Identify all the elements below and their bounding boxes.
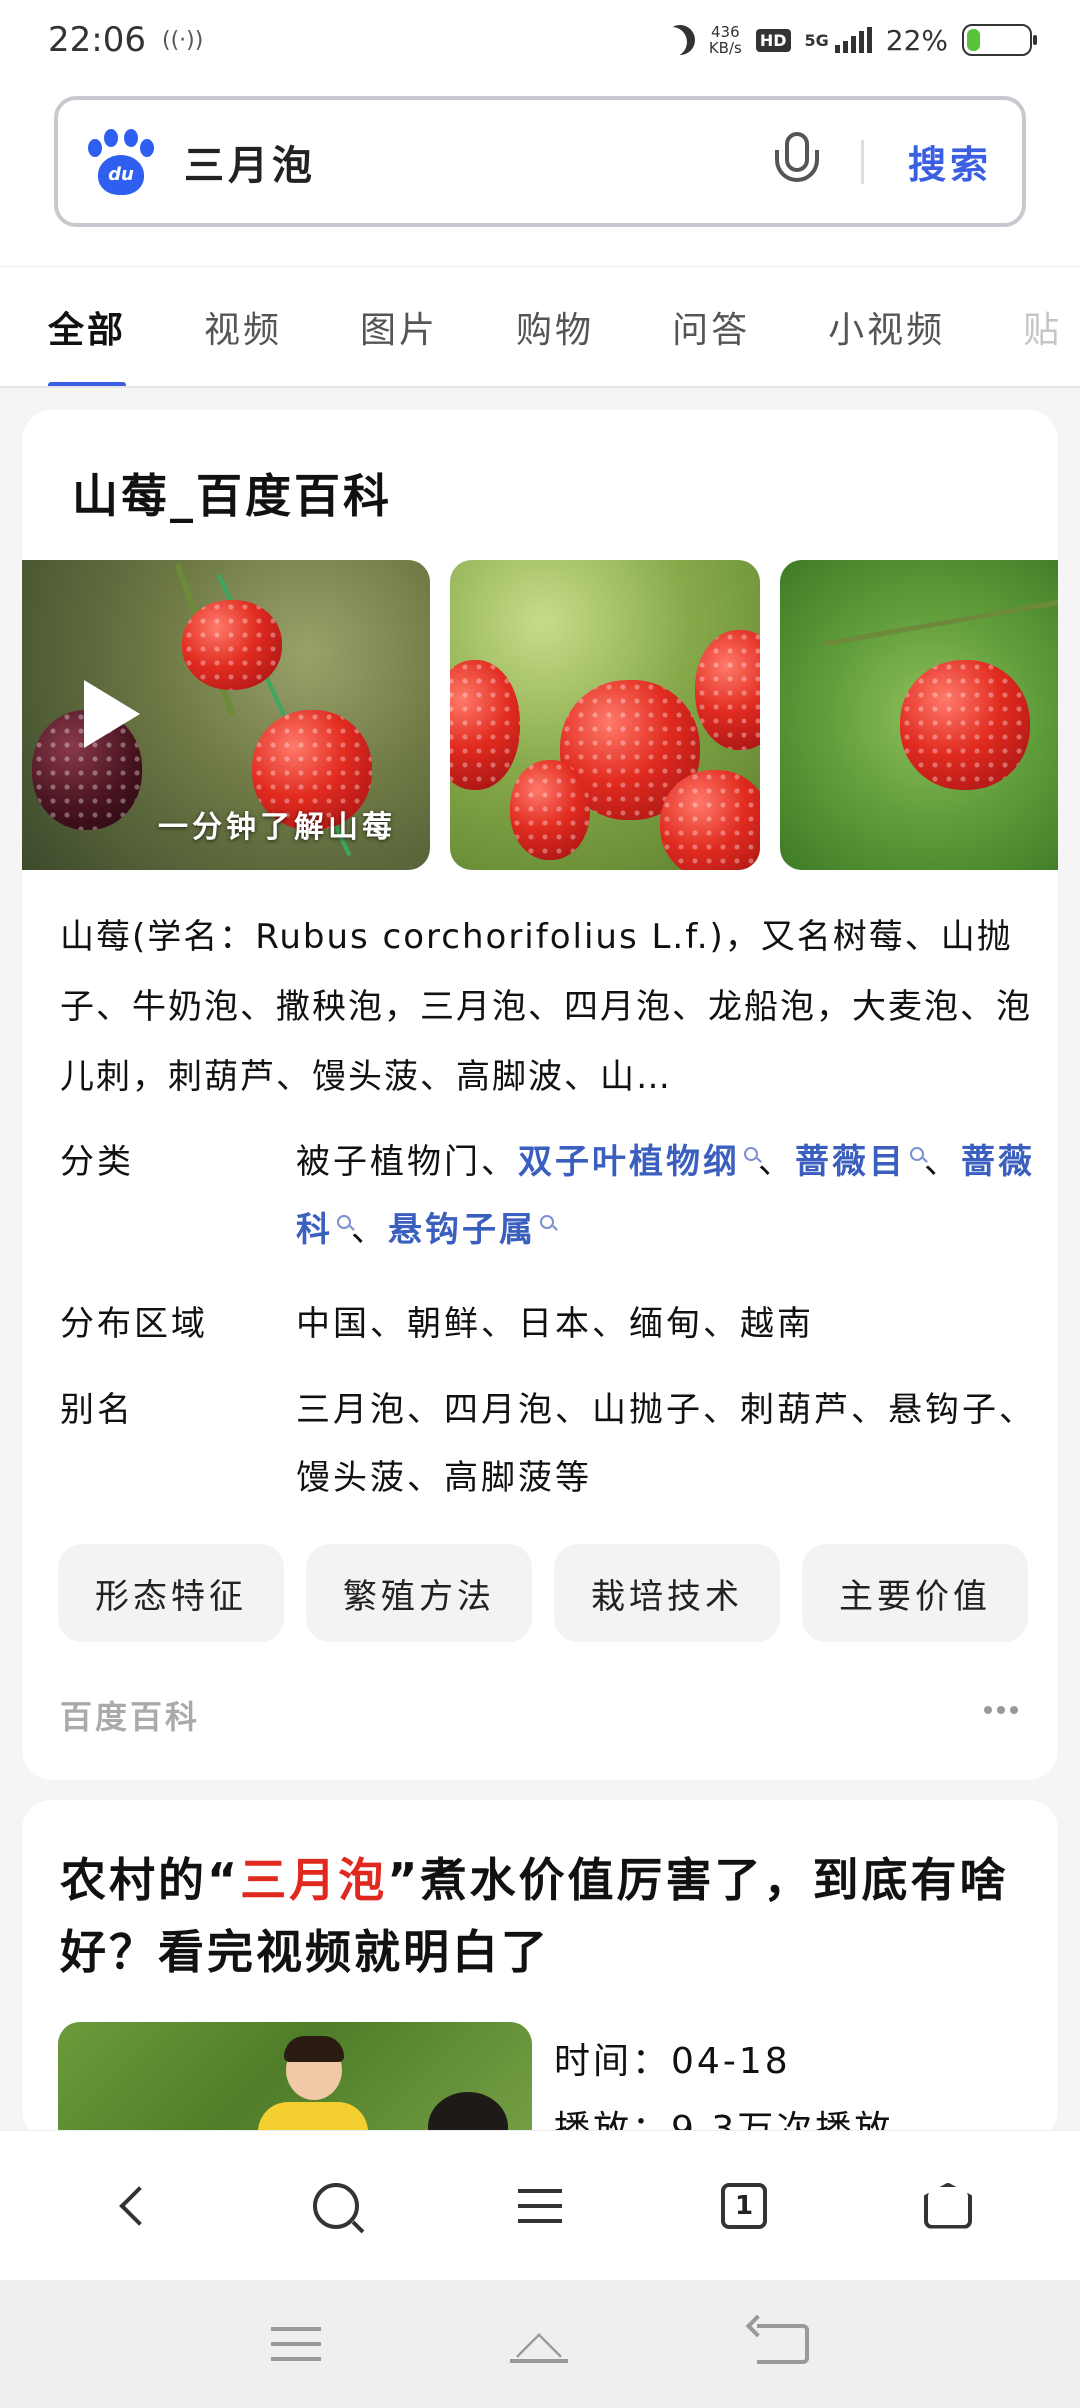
tab-images[interactable]: 图片 [360, 267, 438, 386]
hd-voice-icon: HD [755, 28, 791, 52]
search-input[interactable]: 三月泡 [184, 133, 316, 191]
system-nav-bar [0, 2280, 1080, 2408]
status-icons: 436 KB/s HD 5G 22% [665, 23, 1037, 57]
tab-short-video[interactable]: 小视频 [828, 267, 945, 386]
network-speed-unit: KB/s [708, 39, 742, 57]
link-rubus[interactable]: 悬钩子属 [388, 1210, 536, 1250]
signal-icon [834, 27, 872, 53]
tab-more[interactable]: 贴 [1023, 267, 1062, 386]
search-icon[interactable] [301, 2171, 371, 2241]
video-result-title[interactable]: 农村的“三月泡”煮水价值厉害了，到底有啥好？看完视频就明白了 [60, 1844, 1020, 1988]
info-row-alias: 别名 三月泡、四月泡、山抛子、刺葫芦、悬钩子、馒头菠、高脚菠等 [60, 1376, 1040, 1512]
battery-icon [962, 24, 1037, 56]
search-header: du 三月泡 搜索 [0, 80, 1080, 266]
network-type: 5G [804, 30, 829, 50]
back-icon[interactable] [97, 2171, 167, 2241]
chip-cultivation[interactable]: 栽培技术 [554, 1544, 780, 1642]
info-value: 中国、朝鲜、日本、缅甸、越南 [296, 1304, 814, 1344]
search-divider [860, 139, 864, 184]
network-speed: 436 KB/s [709, 24, 742, 56]
chip-value[interactable]: 主要价值 [802, 1544, 1028, 1642]
info-value: 三月泡、四月泡、山抛子、刺葫芦、悬钩子、馒头菠、高脚菠等 [296, 1390, 1036, 1498]
network-speed-value: 436 [711, 23, 740, 41]
link-dicots[interactable]: 双子叶植物纲 [518, 1142, 740, 1182]
video-thumbnail[interactable]: 一分钟了解山莓 [22, 560, 430, 870]
tab-qa[interactable]: 问答 [672, 267, 750, 386]
separator: 、 [758, 1142, 795, 1182]
baike-summary[interactable]: 山莓(学名：Rubus corchorifolius L.f.)，又名树莓、山抛… [60, 902, 1040, 1112]
tab-video[interactable]: 视频 [204, 267, 282, 386]
video-result-card[interactable]: 农村的“三月泡”煮水价值厉害了，到底有啥好？看完视频就明白了 时间：04-18 … [22, 1800, 1058, 2140]
title-prefix: 农村的“ [60, 1853, 241, 1907]
separator: 、 [924, 1142, 961, 1182]
info-label: 分类 [60, 1142, 134, 1182]
tab-shopping[interactable]: 购物 [516, 267, 594, 386]
info-value: 被子植物门、双子叶植物纲 、蔷薇目 、蔷薇科 、悬钩子属 [296, 1128, 1040, 1264]
chip-propagation[interactable]: 繁殖方法 [306, 1544, 532, 1642]
battery-fill [967, 29, 981, 51]
info-row-distribution: 分布区域 中国、朝鲜、日本、缅甸、越南 [60, 1290, 1040, 1358]
chip-morphology[interactable]: 形态特征 [58, 1544, 284, 1642]
browser-toolbar: 1 [0, 2130, 1080, 2280]
tab-count: 1 [721, 2182, 767, 2229]
do-not-disturb-icon [665, 25, 695, 55]
separator: 、 [351, 1210, 388, 1250]
status-time: 22:06 [48, 20, 146, 60]
system-home-icon[interactable] [504, 2321, 574, 2367]
result-tabs: 全部 视频 图片 购物 问答 小视频 贴 [0, 266, 1080, 388]
menu-icon[interactable] [505, 2171, 575, 2241]
recent-apps-icon[interactable] [271, 2327, 322, 2361]
play-icon[interactable] [84, 680, 140, 748]
video-time: 时间：04-18 [554, 2032, 791, 2084]
time-value: 04-18 [671, 2041, 791, 2082]
source-label[interactable]: 百度百科 [60, 1692, 200, 1738]
gallery-image[interactable] [450, 560, 760, 870]
baike-card[interactable]: 山莓_百度百科 一分钟了解山莓 山莓(学名：Rubus corchorifoli… [22, 410, 1058, 1780]
system-back-icon[interactable] [756, 2324, 809, 2364]
time-label: 时间： [554, 2041, 672, 2082]
search-box[interactable]: du 三月泡 搜索 [54, 96, 1026, 227]
image-gallery: 一分钟了解山莓 [22, 560, 1058, 870]
tab-all[interactable]: 全部 [48, 267, 127, 386]
section-chips: 形态特征 繁殖方法 栽培技术 主要价值 [58, 1544, 1028, 1642]
title-highlight: 三月泡 [240, 1853, 388, 1907]
search-link-icon [540, 1214, 554, 1229]
info-label: 别名 [60, 1390, 134, 1430]
more-options-icon[interactable] [984, 1706, 1018, 1714]
search-link-icon [910, 1146, 924, 1161]
baike-title[interactable]: 山莓_百度百科 [72, 460, 392, 526]
search-link-icon [744, 1146, 758, 1161]
video-caption: 一分钟了解山莓 [158, 810, 396, 845]
search-button[interactable]: 搜索 [908, 134, 992, 189]
video-result-thumbnail[interactable] [58, 2022, 532, 2140]
gallery-image[interactable] [780, 560, 1058, 870]
classification-plain: 被子植物门、 [296, 1142, 518, 1182]
link-rosales[interactable]: 蔷薇目 [795, 1142, 906, 1182]
info-label: 分布区域 [60, 1304, 208, 1344]
home-icon[interactable] [913, 2171, 983, 2241]
battery-percent: 22% [885, 23, 948, 57]
baidu-paw-logo-icon[interactable]: du [88, 128, 154, 195]
status-bar: 22:06 ((·)) 436 KB/s HD 5G 22% [0, 0, 1080, 80]
hotspot-icon: ((·)) [161, 27, 204, 53]
info-row-classification: 分类 被子植物门、双子叶植物纲 、蔷薇目 、蔷薇科 、悬钩子属 [60, 1128, 1040, 1264]
tabs-icon[interactable]: 1 [709, 2171, 779, 2241]
microphone-icon[interactable] [773, 131, 821, 192]
search-link-icon [337, 1214, 351, 1229]
